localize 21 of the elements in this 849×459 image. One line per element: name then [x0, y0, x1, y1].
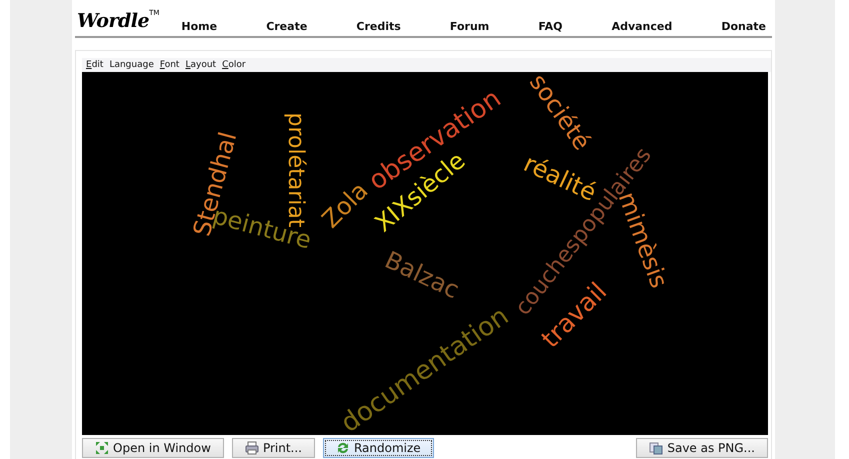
- toolbar-button[interactable]: Print...: [232, 438, 315, 458]
- nav-link[interactable]: Create: [266, 20, 308, 36]
- nav-link[interactable]: FAQ: [538, 20, 562, 36]
- menu-item[interactable]: Language: [109, 60, 154, 70]
- nav-link[interactable]: Advanced: [612, 20, 672, 36]
- nav-link[interactable]: Forum: [450, 20, 490, 36]
- nav-link[interactable]: Credits: [356, 20, 401, 36]
- save-icon: [649, 441, 664, 455]
- printer-icon: [244, 441, 259, 455]
- nav-link[interactable]: Home: [181, 20, 218, 36]
- refresh-icon: [336, 441, 350, 455]
- toolbar-button[interactable]: Save as PNG...: [636, 438, 768, 458]
- menu-item[interactable]: Font: [160, 60, 180, 70]
- toolbar-button[interactable]: Randomize: [322, 438, 434, 458]
- nav-link[interactable]: Donate: [721, 20, 766, 36]
- logo[interactable]: Wordle: [77, 9, 150, 33]
- menu-item[interactable]: Edit: [86, 60, 104, 70]
- expand-icon: [95, 441, 109, 455]
- menu-item[interactable]: Layout: [185, 60, 216, 70]
- toolbar-button[interactable]: Open in Window: [82, 438, 224, 458]
- menu-item[interactable]: Color: [222, 60, 246, 70]
